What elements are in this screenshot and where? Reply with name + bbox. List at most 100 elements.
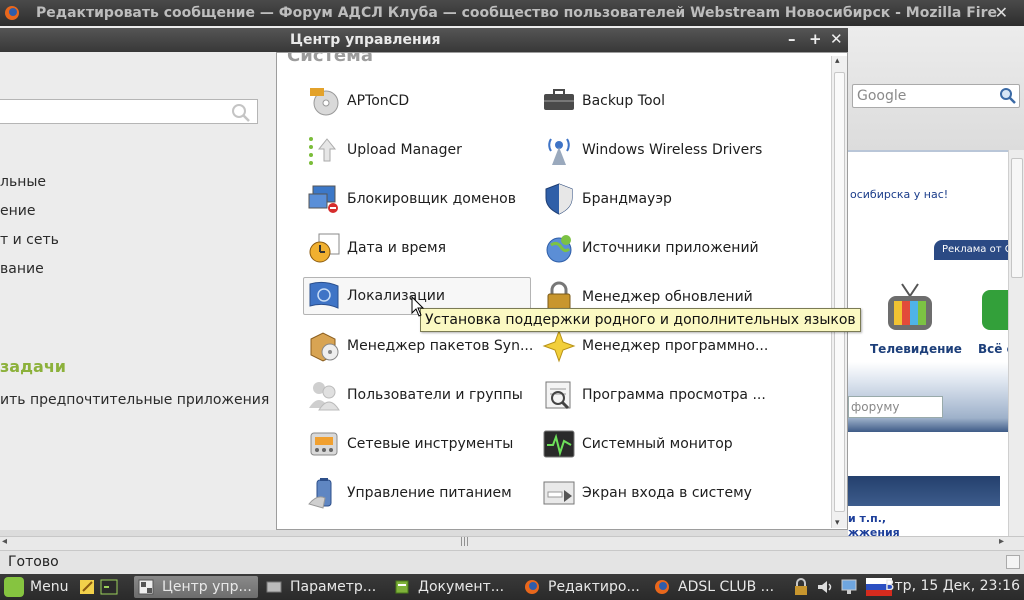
applet-network-tools[interactable]: Сетевые инструменты xyxy=(307,425,513,463)
applet-date-time[interactable]: Дата и время xyxy=(307,229,446,267)
applet-label: Backup Tool xyxy=(582,93,665,109)
clock[interactable]: Втр, 15 Дек, 23:16 xyxy=(885,578,1020,594)
login-screen-icon xyxy=(543,481,575,505)
sidebar-item-internet-network[interactable]: т и сеть xyxy=(0,232,59,248)
applet-software-sources[interactable]: Источники приложений xyxy=(542,229,759,267)
preferred-apps-link[interactable]: ить предпочтительные приложения xyxy=(0,392,269,408)
search-icon[interactable] xyxy=(231,103,251,123)
firefox-page-content: осибирска у нас! Реклама от G Телевидени… xyxy=(848,150,1024,536)
applet-system-monitor[interactable]: Системный монитор xyxy=(542,425,733,463)
scroll-right-arrow-icon[interactable]: ▸ xyxy=(999,536,1004,547)
firefox-icon xyxy=(655,580,669,594)
network-tools-icon xyxy=(310,432,338,456)
wireless-drivers-icon xyxy=(548,138,570,165)
close-button[interactable]: ✕ xyxy=(830,30,843,48)
page-header-bar xyxy=(848,476,1000,506)
task-firefox-edit[interactable]: Редактиро... xyxy=(520,576,644,598)
applet-wireless-drivers[interactable]: Windows Wireless Drivers xyxy=(542,131,762,169)
applet-power-management[interactable]: Управление питанием xyxy=(307,474,512,512)
firefox-icon xyxy=(525,580,539,594)
task-settings[interactable]: Параметр... xyxy=(262,576,386,598)
applet-software-manager[interactable]: Менеджер программно... xyxy=(542,327,768,365)
applet-panel-scrollbar[interactable]: ▴ ▾ xyxy=(831,56,847,528)
search-icon[interactable] xyxy=(999,87,1017,105)
sidebar-item-appearance[interactable]: ение xyxy=(0,203,35,219)
settings-icon xyxy=(266,581,282,593)
applet-log-viewer[interactable]: Программа просмотра ... xyxy=(542,376,766,414)
localization-icon xyxy=(309,281,339,309)
applet-label: Менеджер программно... xyxy=(582,338,769,354)
log-viewer-icon xyxy=(545,381,571,410)
firefox-statusbar: Готово xyxy=(0,550,1024,574)
scrollbar-thumb[interactable] xyxy=(1011,158,1023,278)
scroll-down-arrow-icon[interactable]: ▾ xyxy=(835,518,840,528)
applet-label: Менеджер пакетов Syn... xyxy=(347,338,534,354)
firefox-titlebar[interactable]: Редактировать сообщение — Форум АДСЛ Клу… xyxy=(0,0,1024,26)
applet-users-groups[interactable]: Пользователи и группы xyxy=(307,376,523,414)
applet-upload-manager[interactable]: Upload Manager xyxy=(307,131,462,169)
resize-grip-icon[interactable] xyxy=(1006,555,1020,569)
applet-label: Управление питанием xyxy=(347,485,512,501)
firefox-close-button[interactable]: ✕ xyxy=(995,0,1008,26)
date-time-icon xyxy=(309,233,340,263)
document-icon xyxy=(395,580,409,594)
minimize-button[interactable]: – xyxy=(788,30,796,48)
control-center-search-input[interactable] xyxy=(0,99,258,124)
backup-tool-icon xyxy=(544,89,574,110)
applet-synaptic[interactable]: Менеджер пакетов Syn... xyxy=(307,327,533,365)
firefox-search-input[interactable]: Google xyxy=(852,84,1020,108)
task-firefox-adsl[interactable]: ADSL CLUB ... xyxy=(650,576,774,598)
applet-login-screen[interactable]: Экран входа в систему xyxy=(542,474,752,512)
tv-label[interactable]: Телевидение xyxy=(870,342,962,356)
applet-panel: Система APTonCD Upload Manager Блокировщ… xyxy=(276,52,848,530)
sidebar-item-personal[interactable]: льные xyxy=(0,174,46,190)
firefox-vertical-scrollbar[interactable] xyxy=(1008,150,1024,536)
applet-label: Источники приложений xyxy=(582,240,759,256)
software-sources-icon xyxy=(546,235,572,263)
applet-label: Системный монитор xyxy=(582,436,733,452)
section-title: Система xyxy=(287,52,373,66)
terminal-launcher-icon[interactable] xyxy=(100,578,118,596)
firefox-icon xyxy=(5,6,19,20)
menu-button[interactable]: Menu xyxy=(4,576,68,598)
firefox-horizontal-scrollbar[interactable]: ◂ ||| ▸ xyxy=(0,536,1024,550)
applet-label: Программа просмотра ... xyxy=(582,387,766,403)
applet-label: Windows Wireless Drivers xyxy=(582,142,763,158)
aptoncd-icon xyxy=(310,88,339,116)
firefox-window-title: Редактировать сообщение — Форум АДСЛ Клу… xyxy=(36,5,997,21)
domain-blocker-icon xyxy=(308,185,338,213)
applet-label: Экран входа в систему xyxy=(582,485,752,501)
page-link[interactable]: и т.п., xyxy=(848,512,900,526)
control-center-icon xyxy=(138,579,154,595)
task-document[interactable]: Документ... xyxy=(390,576,514,598)
power-management-icon xyxy=(308,478,332,509)
divider xyxy=(848,150,1024,152)
applet-label: Блокировщик доменов xyxy=(347,191,516,207)
ad-banner[interactable]: Реклама от G xyxy=(934,240,1014,260)
region-text[interactable]: осибирска у нас! xyxy=(850,188,948,201)
control-center-sidebar: льные ение т и сеть вание задачи ить пре… xyxy=(0,52,276,530)
volume-icon[interactable] xyxy=(816,578,834,596)
scrollbar-grip-icon[interactable]: ||| xyxy=(460,537,469,547)
forum-search-input[interactable]: форуму xyxy=(848,396,943,418)
sidebar-item-hardware[interactable]: вание xyxy=(0,261,44,277)
text-editor-launcher-icon[interactable] xyxy=(78,578,96,596)
applet-aptoncd[interactable]: APTonCD xyxy=(307,82,409,120)
scroll-left-arrow-icon[interactable]: ◂ xyxy=(2,536,7,547)
lock-icon[interactable] xyxy=(792,578,810,596)
network-icon[interactable] xyxy=(840,578,858,596)
tv-icon[interactable] xyxy=(884,282,936,336)
tasks-heading: задачи xyxy=(0,357,67,376)
applet-domain-blocker[interactable]: Блокировщик доменов xyxy=(307,180,516,218)
applet-firewall[interactable]: Брандмауэр xyxy=(542,180,672,218)
applet-label: APTonCD xyxy=(347,93,410,109)
page-link[interactable]: жжения xyxy=(848,526,900,536)
applet-label: Сетевые инструменты xyxy=(347,436,514,452)
scrollbar-thumb[interactable] xyxy=(834,72,845,512)
control-center-titlebar[interactable]: Центр управления – + ✕ xyxy=(0,28,848,52)
task-control-center[interactable]: Центр упр... xyxy=(134,576,258,598)
applet-backup-tool[interactable]: Backup Tool xyxy=(542,82,665,120)
maximize-button[interactable]: + xyxy=(809,30,822,48)
applet-label: Брандмауэр xyxy=(582,191,672,207)
scroll-up-arrow-icon[interactable]: ▴ xyxy=(835,56,840,66)
